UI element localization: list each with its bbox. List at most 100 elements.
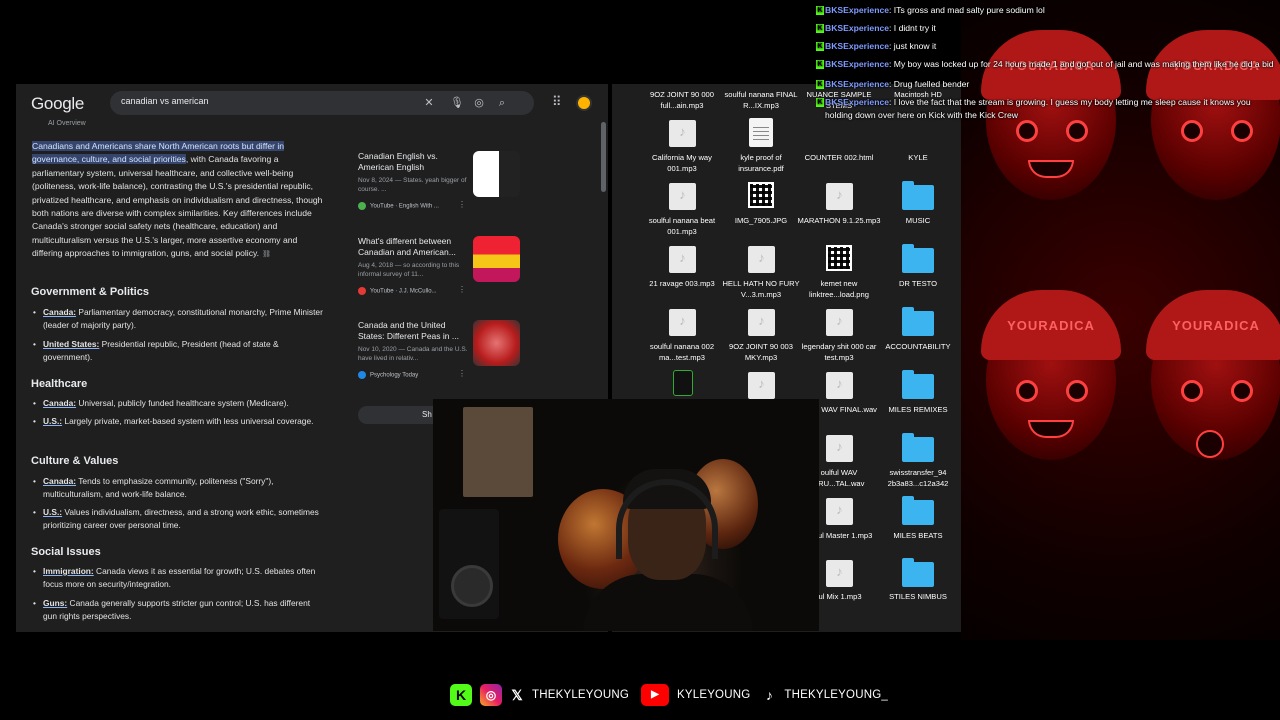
file-label[interactable]: kyle proof of insurance.pdf [719, 153, 803, 174]
google-logo[interactable]: Google [31, 94, 84, 114]
chat-text: My boy was locked up for 24 hours made 1… [891, 59, 1274, 69]
bullet-term[interactable]: U.S.: [43, 507, 62, 517]
file-label[interactable]: soulful nanana 002 ma...test.mp3 [640, 342, 724, 363]
more-options-icon[interactable]: ⋮ [458, 200, 466, 209]
card-title[interactable]: Canada and the United States: Different … [358, 320, 468, 342]
card-source: YouTube · J.J. McCullo... [358, 287, 468, 295]
chat-text: Drug fuelled bender [891, 78, 970, 89]
audio-file-icon[interactable] [826, 560, 853, 587]
source-card[interactable]: What's different between Canadian and Am… [358, 236, 522, 308]
file-label[interactable]: legendary shit 000 car test.mp3 [797, 342, 881, 363]
folder-icon[interactable] [902, 433, 934, 462]
file-label[interactable]: MARATHON 9.1.25.mp3 [797, 216, 881, 227]
audio-file-icon[interactable] [826, 309, 853, 336]
folder-label[interactable]: MILES BEATS [876, 531, 960, 542]
chat-text: just know it [891, 41, 937, 51]
file-label[interactable]: COUNTER 002.html [797, 153, 881, 164]
folder-label[interactable]: STILES NIMBUS [876, 592, 960, 603]
scrollbar[interactable] [601, 122, 606, 192]
bullet-term[interactable]: Canada: [43, 398, 76, 408]
webcam-feed [433, 399, 819, 631]
source-card[interactable]: Canadian English vs. American English No… [358, 151, 522, 223]
apps-grid-icon[interactable]: ⠿ [552, 95, 566, 109]
audio-file-icon[interactable] [669, 309, 696, 336]
audio-file-icon[interactable] [669, 246, 696, 273]
pdf-file-icon[interactable] [749, 118, 773, 147]
chat-text: I didnt try it [891, 23, 936, 33]
chat-text: ITs gross and mad salty pure sodium lol [891, 5, 1045, 15]
search-icon[interactable]: ⌕ [495, 95, 509, 111]
file-label[interactable]: IMG_7905.JPG [719, 216, 803, 227]
file-label[interactable]: soulful nanana beat 001.mp3 [640, 216, 724, 237]
microphone-icon[interactable]: 🎙 [450, 95, 464, 111]
bullet-term[interactable]: United States: [43, 339, 99, 349]
bullet-term[interactable]: Immigration: [43, 566, 94, 576]
lens-icon[interactable]: ◎ [472, 95, 486, 111]
folder-label[interactable]: DR TESTO [876, 279, 960, 290]
file-label[interactable]: soulful nanana FINAL R...IX.mp3 [719, 90, 803, 111]
list-item: Immigration: Canada views it as essentia… [33, 565, 323, 591]
more-options-icon[interactable]: ⋮ [458, 369, 466, 378]
card-title[interactable]: What's different between Canadian and Am… [358, 236, 468, 258]
chat-message: K BKSExperience: I love the fact that the… [816, 96, 1251, 120]
folder-icon[interactable] [902, 496, 934, 525]
list-item: Canada: Tends to emphasize community, po… [33, 475, 323, 501]
file-label[interactable]: kemet new linktree...load.png [797, 279, 881, 300]
file-label[interactable]: 9OZ JOINT 90 003 MKY.mp3 [719, 342, 803, 363]
folder-icon[interactable] [902, 370, 934, 399]
app-icon[interactable] [673, 370, 693, 396]
bullet-text: Universal, publicly funded healthcare sy… [76, 398, 289, 408]
card-thumbnail [473, 320, 520, 366]
art-cap: YOURADICA [1146, 290, 1280, 360]
file-label[interactable]: HELL HATH NO FURY V...3.m.mp3 [719, 279, 803, 300]
image-file-icon[interactable] [748, 182, 774, 208]
audio-file-icon[interactable] [669, 120, 696, 147]
bullet-term[interactable]: Guns: [43, 598, 67, 608]
folder-label[interactable]: ACCOUNTABILITY [876, 342, 960, 353]
art-eye [1231, 380, 1253, 402]
audio-file-icon[interactable] [826, 498, 853, 525]
audio-file-icon[interactable] [826, 183, 853, 210]
file-label[interactable]: 9OZ JOINT 90 000 full...ain.mp3 [640, 90, 724, 111]
audio-file-icon[interactable] [669, 183, 696, 210]
kick-badge-icon: K [816, 60, 824, 69]
bullet-text: Tends to emphasize community, politeness… [43, 476, 274, 499]
more-options-icon[interactable]: ⋮ [458, 285, 466, 294]
card-title[interactable]: Canadian English vs. American English [358, 151, 468, 173]
chat-message: K BKSExperience: just know it [816, 41, 937, 51]
card-source-text: Psychology Today [370, 372, 419, 379]
art-mouth [1196, 430, 1224, 458]
folder-icon[interactable] [902, 181, 934, 210]
section-heading: Healthcare [31, 378, 88, 390]
folder-icon[interactable] [902, 244, 934, 273]
search-bar[interactable]: canadian vs american ✕ 🎙 ◎ ⌕ [110, 91, 534, 115]
image-file-icon[interactable] [826, 245, 852, 271]
card-thumbnail [473, 236, 520, 282]
folder-icon[interactable] [902, 558, 934, 587]
cap-text: YOURADICA [1007, 318, 1095, 333]
source-icon [358, 371, 366, 379]
folder-icon[interactable] [902, 307, 934, 336]
audio-file-icon[interactable] [748, 372, 775, 399]
bullet-term[interactable]: Canada: [43, 307, 76, 317]
link-icon[interactable]: ⛓ [262, 251, 271, 258]
chat-message: K BKSExperience: Drug fuelled bender [816, 78, 970, 89]
audio-file-icon[interactable] [826, 372, 853, 399]
folder-label[interactable]: MILES REMIXES [876, 405, 960, 416]
folder-label[interactable]: swisstransfer_94 2b3a83...c12a342 [876, 468, 960, 489]
file-label[interactable]: California My way 001.mp3 [640, 153, 724, 174]
clear-icon[interactable]: ✕ [422, 95, 436, 111]
search-input[interactable]: canadian vs american [121, 96, 209, 106]
folder-label[interactable]: KYLE [876, 153, 960, 164]
folder-label[interactable]: MUSIC [876, 216, 960, 227]
source-icon [358, 202, 366, 210]
avatar[interactable] [576, 95, 592, 111]
file-label[interactable]: 21 ravage 003.mp3 [640, 279, 724, 290]
audio-file-icon[interactable] [826, 435, 853, 462]
audio-file-icon[interactable] [748, 309, 775, 336]
source-card[interactable]: Canada and the United States: Different … [358, 320, 522, 392]
chat-overlay: K BKSExperience: ITs gross and mad salty … [814, 4, 1280, 127]
bullet-term[interactable]: U.S.: [43, 416, 62, 426]
bullet-term[interactable]: Canada: [43, 476, 76, 486]
audio-file-icon[interactable] [748, 246, 775, 273]
